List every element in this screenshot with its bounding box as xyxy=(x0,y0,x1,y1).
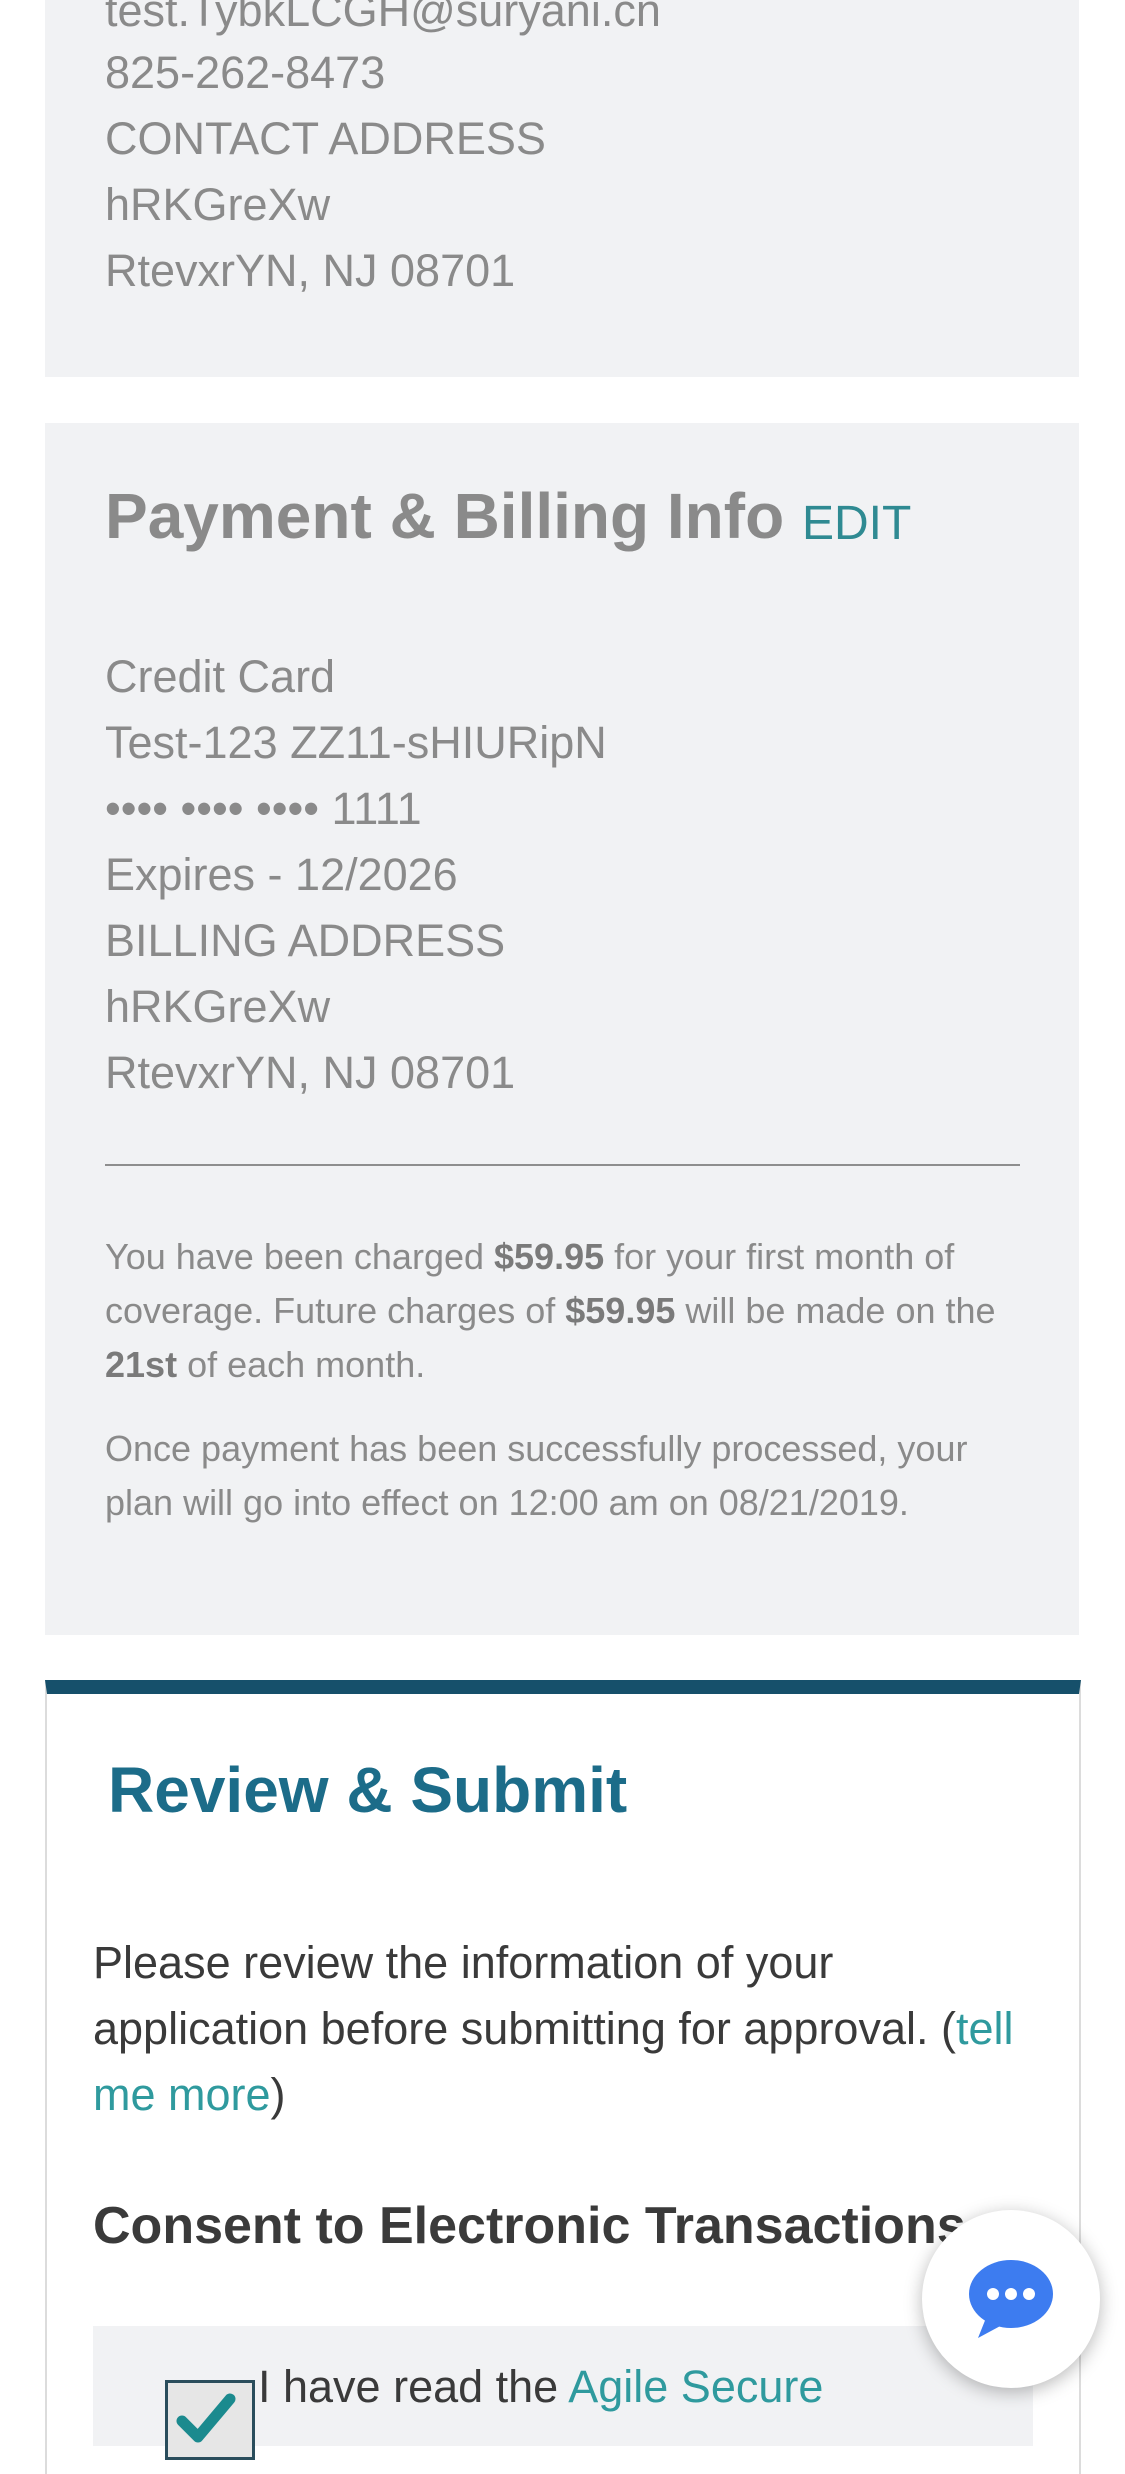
payment-divider xyxy=(105,1164,1020,1166)
card-expiry: Expires - 12/2026 xyxy=(105,849,458,900)
card-number: •••• •••• •••• 1111 xyxy=(105,783,422,834)
billing-address-line1: hRKGreXw xyxy=(105,981,331,1032)
effective-date-notice: Once payment has been successfully proce… xyxy=(105,1428,968,1523)
consent-section-title: Consent to Electronic Transactions xyxy=(93,2197,966,2255)
consent-checkbox[interactable] xyxy=(165,2380,255,2460)
card-name: Test-123 ZZ11-sHIURipN xyxy=(105,717,607,768)
charge-amount: $59.95 xyxy=(494,1236,605,1277)
edit-payment-link[interactable]: EDIT xyxy=(802,500,911,548)
contact-phone: 825-262-8473 xyxy=(105,47,386,98)
review-instructions: Please review the information of your ap… xyxy=(93,1937,1014,2120)
chat-button[interactable] xyxy=(922,2210,1100,2388)
billing-address-line2: RtevxrYN, NJ 08701 xyxy=(105,1047,516,1098)
agile-secure-link[interactable]: Agile Secure xyxy=(568,2361,823,2412)
future-charge-amount: $59.95 xyxy=(565,1290,676,1331)
payment-method: Credit Card xyxy=(105,651,336,702)
contact-email: test.TybkLCGH@suryani.cn xyxy=(105,0,661,36)
billing-address-heading: BILLING ADDRESS xyxy=(105,915,506,966)
contact-address-line2: RtevxrYN, NJ 08701 xyxy=(105,245,516,296)
chat-bubble-icon xyxy=(969,2260,1053,2338)
checkmark-icon xyxy=(176,2393,236,2443)
charge-notice: You have been charged $59.95 for your fi… xyxy=(105,1236,996,1385)
payment-section-title: Payment & Billing Info xyxy=(105,480,785,552)
contact-address-line1: hRKGreXw xyxy=(105,179,331,230)
consent-label: I have read the Agile Secure xyxy=(258,2361,824,2412)
review-section-title: Review & Submit xyxy=(108,1754,628,1826)
charge-day: 21st xyxy=(105,1344,178,1385)
contact-address-heading: CONTACT ADDRESS xyxy=(105,113,546,164)
